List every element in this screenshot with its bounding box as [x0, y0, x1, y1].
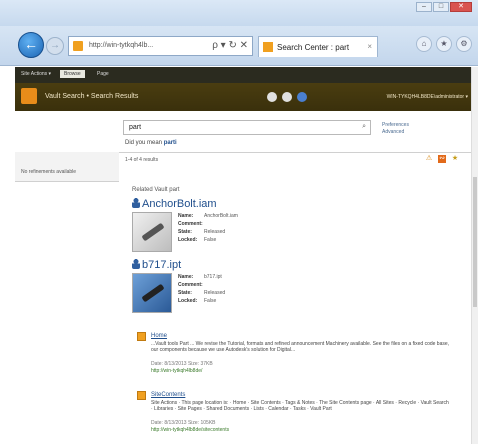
related-label: Related Vault part: [132, 187, 180, 193]
properties: Name: AnchorBolt.iam Comment: State: Relea…: [178, 212, 238, 244]
site-logo-icon: [21, 88, 37, 104]
search-icon[interactable]: ⌕: [362, 123, 366, 131]
search-options-icon[interactable]: ★: [451, 155, 459, 163]
browser-tab[interactable]: Search Center : part ×: [258, 36, 378, 57]
prop-value: Released: [204, 290, 226, 296]
prop-value: False: [204, 237, 217, 243]
alert-icon[interactable]: ⚠: [425, 155, 433, 163]
prop-key: Locked:: [178, 298, 198, 304]
did-you-mean-prefix: Did you mean: [125, 140, 163, 146]
site-favicon-icon: [73, 41, 83, 51]
properties: Name: b717.ipt Comment: State: Released Lo…: [178, 273, 225, 305]
window-controls: – □ ✕: [415, 2, 472, 12]
settings-gear-icon[interactable]: ⚙: [456, 36, 472, 52]
prop-value: False: [204, 298, 217, 304]
help-icon[interactable]: [297, 92, 307, 102]
tab-browse[interactable]: Browse: [60, 70, 85, 78]
minimize-button[interactable]: –: [416, 2, 432, 12]
part-thumbnail[interactable]: [132, 212, 172, 252]
prop-value: b717.ipt: [204, 274, 222, 280]
site-actions-menu[interactable]: Site Actions ▾: [21, 71, 51, 77]
tab-page[interactable]: Page: [97, 71, 109, 77]
scrollbar-thumb[interactable]: [473, 177, 477, 307]
results-count: 1-4 of 4 results: [125, 157, 159, 163]
hit-description: ...Vault tools Part ... We revise the Tu…: [151, 341, 450, 353]
hit-title[interactable]: SiteContents: [151, 392, 185, 398]
favorites-icon[interactable]: ★: [436, 36, 452, 52]
hit-description: Site Actions · This page location is: · …: [151, 400, 449, 412]
close-window-button[interactable]: ✕: [450, 2, 472, 12]
notes-icon[interactable]: [282, 92, 292, 102]
part-thumbnail[interactable]: [132, 273, 172, 313]
forward-arrow-icon[interactable]: →: [46, 37, 64, 55]
prop-value: AnchorBolt.iam: [204, 213, 238, 219]
vault-item-icon: [132, 259, 140, 269]
tab-title: Search Center : part: [277, 43, 350, 52]
prop-key: Name:: [178, 274, 194, 280]
search-value[interactable]: part: [129, 124, 141, 131]
hit-url[interactable]: http://win-tytkqh4lb8de/: [151, 368, 202, 374]
vault-result-title-text[interactable]: AnchorBolt.iam: [142, 198, 217, 210]
home-icon[interactable]: ⌂: [416, 36, 432, 52]
did-you-mean: Did you mean parti: [125, 140, 177, 146]
vault-result-title[interactable]: b717.ipt: [132, 259, 181, 271]
search-input[interactable]: part ⌕: [123, 120, 371, 135]
vertical-scrollbar[interactable]: [471, 67, 478, 444]
page-icon: [137, 391, 146, 400]
prop-key: Comment:: [178, 282, 203, 288]
prop-key: State:: [178, 229, 192, 235]
hit-title[interactable]: Home: [151, 333, 167, 339]
maximize-button[interactable]: □: [433, 2, 449, 12]
preferences-link[interactable]: Preferences: [382, 122, 409, 129]
browser-toolbar: ← → http://win-tytkqh4lb... ρ ▾ ↻ ✕ Sear…: [0, 26, 478, 66]
prop-value: Released: [204, 229, 226, 235]
hit-meta: Date: 8/13/2013 Size: 37KB: [151, 361, 213, 367]
address-bar[interactable]: http://win-tytkqh4lb... ρ ▾ ↻ ✕: [68, 36, 253, 56]
prop-key: Locked:: [178, 237, 198, 243]
advanced-link[interactable]: Advanced: [382, 129, 409, 136]
vault-item-icon: [132, 198, 140, 208]
window-titlebar: – □ ✕: [0, 0, 478, 26]
page-icon: [137, 332, 146, 341]
site-header: Vault Search • Search Results WIN-TYKQH4…: [15, 83, 478, 111]
user-menu[interactable]: WIN-TYKQH4LB8DE\administrator ▾: [387, 94, 468, 100]
vault-result-title[interactable]: AnchorBolt.iam: [132, 198, 217, 210]
address-actions[interactable]: ρ ▾ ↻ ✕: [212, 40, 248, 51]
prop-key: Comment:: [178, 221, 203, 227]
browser-tools: ⌂ ★ ⚙: [416, 36, 472, 52]
result-tools: ⚠ ∾ ★: [425, 155, 459, 163]
sharepoint-topbar: Site Actions ▾ Browse Page: [15, 67, 478, 83]
did-you-mean-suggestion[interactable]: parti: [164, 140, 177, 146]
back-arrow-icon[interactable]: ←: [18, 32, 44, 58]
prop-key: Name:: [178, 213, 194, 219]
tab-close-icon[interactable]: ×: [367, 42, 372, 51]
refinement-text: No refinements available: [21, 169, 77, 175]
breadcrumb[interactable]: Vault Search • Search Results: [45, 93, 138, 100]
tab-favicon-icon: [263, 42, 273, 52]
rss-icon[interactable]: ∾: [438, 155, 446, 163]
tag-icon[interactable]: [267, 92, 277, 102]
hit-url[interactable]: http://win-tytkqh4lb8de/sitecontents: [151, 427, 229, 433]
address-url[interactable]: http://win-tytkqh4lb...: [89, 42, 153, 49]
search-links: Preferences Advanced: [382, 122, 409, 136]
hit-meta: Date: 8/13/2013 Size: 105KB: [151, 420, 216, 426]
refinement-panel: No refinements available: [15, 152, 119, 182]
vault-result-title-text[interactable]: b717.ipt: [142, 259, 181, 271]
prop-key: State:: [178, 290, 192, 296]
